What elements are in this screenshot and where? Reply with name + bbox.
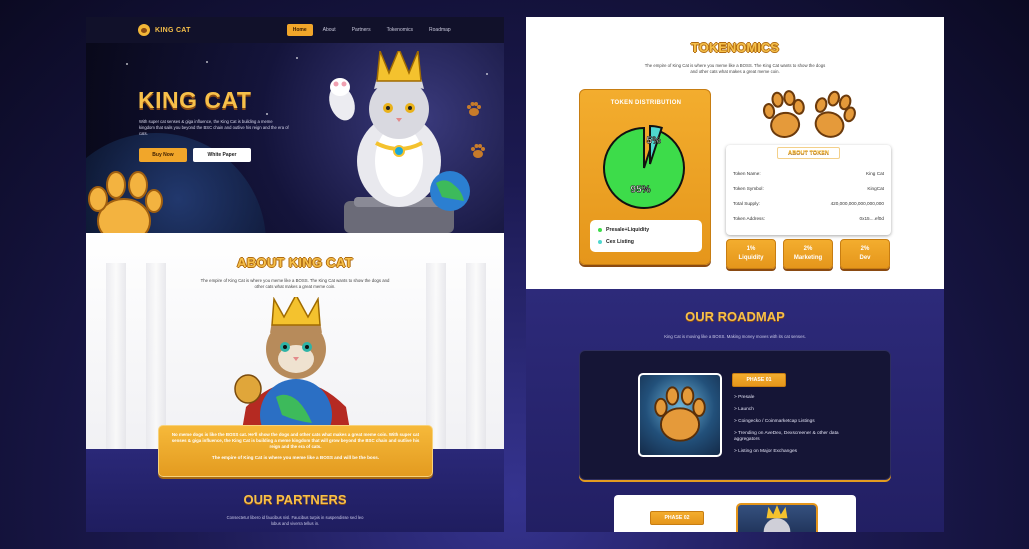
token-distribution-card: TOKEN DISTRIBUTION 95% 5% Presale+Liquidi…: [579, 89, 711, 265]
token-symbol-row: Token Symbol: KingCat: [733, 186, 884, 191]
phase-02-badge: PHASE 02: [650, 511, 704, 525]
phase-01-list: > Presale > Launch > Coingecko / Coinmar…: [734, 395, 854, 461]
star-decoration: [486, 73, 488, 75]
phase-item: > Listing on Major Exchanges: [734, 449, 798, 454]
pie-legend: Presale+Liquidity Cex Listing: [590, 220, 702, 252]
row-label: Token Name:: [733, 171, 761, 176]
roadmap-description: King Cat is moving like a BOSS. Making m…: [664, 334, 806, 339]
paw-planet-icon: [654, 386, 706, 442]
golden-paw-icon: [88, 171, 163, 233]
star-decoration: [296, 57, 298, 59]
star-decoration: [206, 61, 208, 63]
about-title: ABOUT KING CAT: [237, 255, 353, 270]
row-value: King Cat: [866, 171, 884, 176]
about-token-header: ABOUT TOKEN: [726, 145, 891, 161]
pillar-decoration: [466, 263, 486, 449]
tokenomics-description: The empire of King Cat is where you meme…: [644, 63, 826, 74]
paw-logo-icon: [138, 24, 150, 36]
site-logo[interactable]: KING CAT: [138, 24, 191, 36]
pillar-decoration: [106, 263, 126, 449]
stat-label: Liquidity: [738, 255, 764, 261]
phase-01-card: PHASE 01 > Presale > Launch > Coingecko …: [579, 350, 891, 480]
legend-item: Presale+Liquidity: [598, 224, 694, 236]
pie-label: 95%: [631, 185, 651, 196]
about-token-card: ABOUT TOKEN Token Name: King Cat Token S…: [726, 145, 891, 235]
row-value[interactable]: 0x15....ef0d: [860, 216, 885, 221]
phase-01-badge: PHASE 01: [732, 373, 786, 387]
legend-item: Cex Listing: [598, 236, 694, 248]
stat-label: Marketing: [793, 255, 823, 261]
about-highlight-card: No meme dogs is like the BOSS cat. He'll…: [158, 425, 433, 477]
buy-now-button[interactable]: Buy Now: [139, 148, 187, 162]
stat-percent: 1%: [746, 246, 756, 252]
pie-label: 5%: [646, 136, 661, 147]
legend-label: Presale+Liquidity: [606, 227, 650, 233]
nav-link-about[interactable]: About: [317, 24, 342, 36]
tokenomics-title: TOKENOMICS: [691, 40, 779, 55]
row-value: KingCat: [867, 186, 884, 191]
stat-liquidity: 1% Liquidity: [726, 239, 776, 269]
hero-title: KING CAT: [138, 87, 252, 113]
row-label: Token Address:: [733, 216, 766, 221]
paw-icon: [471, 144, 485, 158]
distribution-title: TOKEN DISTRIBUTION: [610, 100, 682, 106]
king-cat-hero-illustration: [329, 51, 470, 233]
nav-link-tokenomics[interactable]: Tokenomics: [381, 24, 419, 36]
hero-description: With super cat senses & giga influence, …: [139, 119, 289, 136]
about-description: The empire of King Cat is where you meme…: [200, 278, 390, 289]
legend-dot: [598, 228, 602, 232]
paw-icon: [467, 102, 481, 116]
logo-text: KING CAT: [155, 26, 191, 34]
phase-item: > Launch: [734, 407, 754, 412]
nav-link-home[interactable]: Home: [286, 24, 313, 36]
stat-percent: 2%: [860, 246, 870, 252]
row-value: 420,000,000,000,000,000: [830, 201, 884, 206]
phase-item: > Presale: [734, 395, 755, 400]
about-card-tagline: The empire of King Cat is where you meme…: [211, 455, 380, 460]
total-supply-row: Total Supply: 420,000,000,000,000,000: [733, 201, 884, 206]
about-card-text: No meme dogs is like the BOSS cat. He'll…: [171, 432, 420, 449]
partners-title: OUR PARTNERS: [243, 492, 347, 507]
pie-slice-presale-liquidity: [603, 126, 685, 209]
white-paper-button[interactable]: White Paper: [193, 148, 251, 162]
left-page-preview: KING CAT Home About Partners Tokenomics …: [86, 17, 504, 532]
stat-percent: 2%: [803, 246, 813, 252]
nav-links: Home About Partners Tokenomics Roadmap: [286, 24, 457, 36]
stat-label: Dev: [859, 255, 871, 261]
row-label: Total Supply:: [733, 201, 760, 206]
phase-item: > Trending on AveDex, Dexscreener & othe…: [734, 431, 839, 442]
stat-marketing: 2% Marketing: [783, 239, 833, 269]
partners-description: Consectetur libero id faucibus nisl. Fau…: [226, 515, 364, 526]
stat-dev: 2% Dev: [840, 239, 890, 269]
tokenomics-section: TOKENOMICS The empire of King Cat is whe…: [526, 17, 944, 289]
phase-02-image: [736, 503, 818, 532]
king-cat-thumbnail-icon: [763, 505, 791, 532]
nav-link-roadmap[interactable]: Roadmap: [423, 24, 457, 36]
pillar-decoration: [426, 263, 446, 449]
token-name-row: Token Name: King Cat: [733, 171, 884, 176]
about-section: ABOUT KING CAT The empire of King Cat is…: [86, 233, 504, 449]
top-navbar: KING CAT Home About Partners Tokenomics …: [86, 17, 504, 43]
about-token-title: ABOUT TOKEN: [777, 147, 840, 159]
distribution-pie-chart: 95% 5%: [603, 124, 685, 209]
star-decoration: [126, 63, 128, 65]
phase-item: > Coingecko / Coinmarketcap Listings: [734, 419, 815, 424]
roadmap-section: OUR ROADMAP King Cat is moving like a BO…: [526, 289, 944, 532]
paws-decoration-icon: [762, 90, 856, 138]
roadmap-title: OUR ROADMAP: [685, 309, 785, 324]
hero-section: KING CAT With super cat senses & giga in…: [86, 43, 504, 233]
right-page-preview: TOKENOMICS The empire of King Cat is whe…: [526, 17, 944, 532]
star-decoration: [266, 113, 268, 115]
token-address-row: Token Address: 0x15....ef0d: [733, 216, 884, 221]
phase-01-image: [638, 373, 722, 457]
row-label: Token Symbol:: [733, 186, 764, 191]
legend-label: Cex Listing: [606, 239, 634, 245]
legend-dot: [598, 240, 602, 244]
pillar-decoration: [146, 263, 166, 449]
nav-link-partners[interactable]: Partners: [346, 24, 377, 36]
